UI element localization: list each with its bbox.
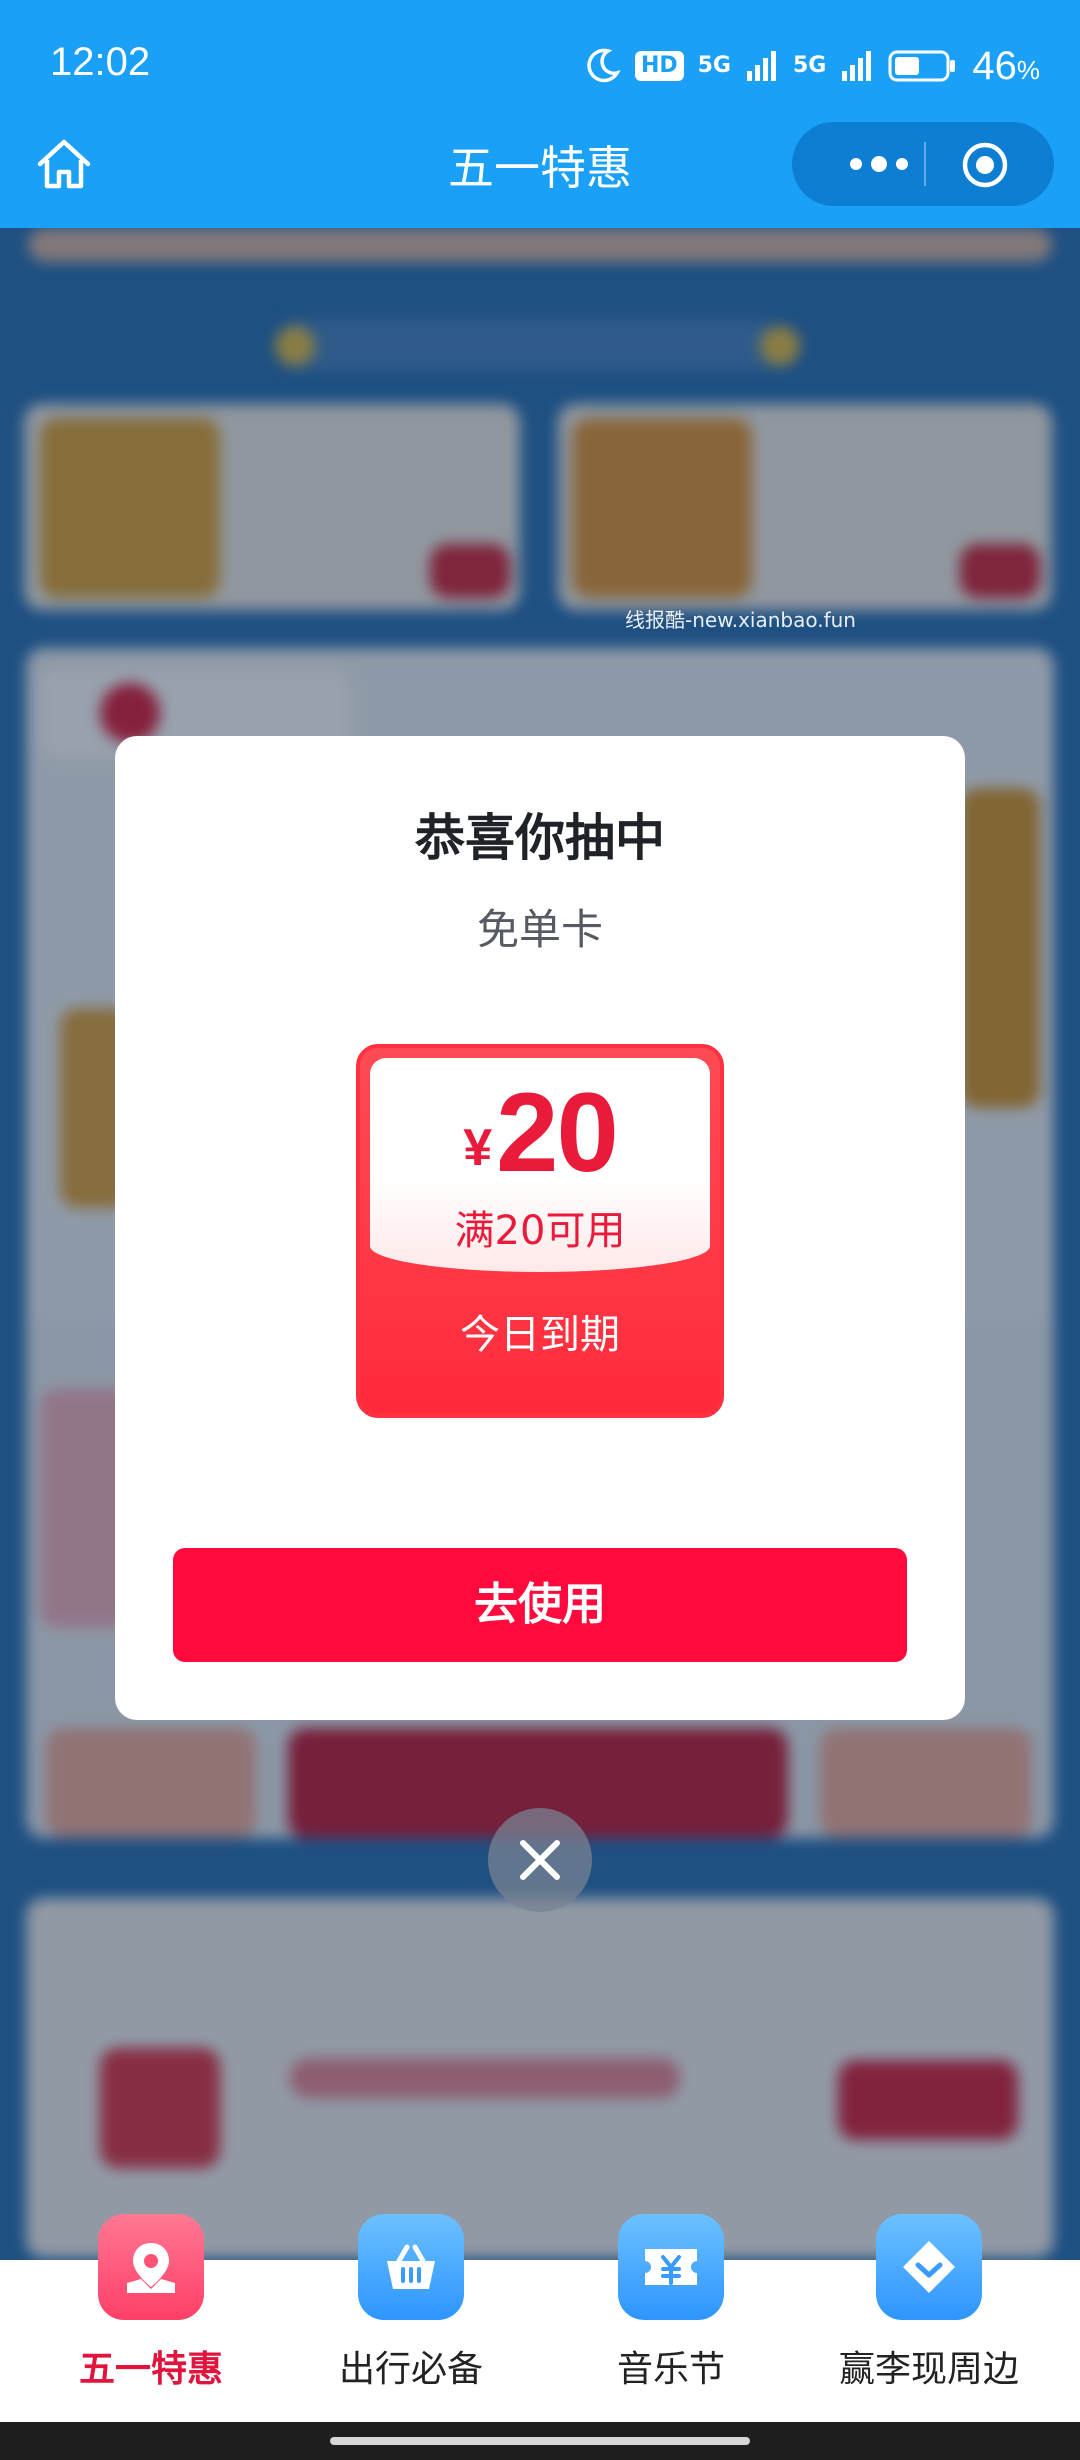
close-icon — [520, 1840, 560, 1880]
ticket-icon — [645, 2249, 697, 2285]
status-icons: HD 5G 5G 46% — [583, 40, 1040, 92]
dialog-title: 恭喜你抽中 — [415, 809, 665, 867]
dialog-close-button[interactable] — [488, 1808, 592, 1912]
coupon-amount: ¥20 — [360, 1068, 720, 1197]
tab-label: 赢李现周边 — [838, 2349, 1019, 2390]
gesture-handle[interactable] — [330, 2437, 750, 2445]
moon-icon — [587, 48, 621, 83]
tab-icon-bg — [98, 2214, 204, 2320]
tab-label: 五一特惠 — [78, 2349, 223, 2390]
status-time: 12:02 — [50, 40, 151, 84]
battery-percent-sign: % — [1016, 54, 1040, 85]
mini-program-close-icon[interactable] — [960, 140, 1010, 190]
watermark-text: 线报酷-new.xianbao.fun — [625, 608, 856, 632]
tab-出行必备[interactable]: 出行必备 — [276, 2214, 546, 2422]
shopping-basket-icon — [387, 2244, 435, 2289]
signal-icon-2 — [842, 51, 872, 81]
tab-五一特惠[interactable]: 五一特惠 — [16, 2214, 286, 2422]
network-label-1: 5G — [697, 53, 731, 78]
coupon-expiry: 今日到期 — [460, 1312, 620, 1358]
app-header: 12:02 HD 5G 5G 46% 五一特惠 — [0, 0, 1080, 228]
tab-icon-bg — [618, 2214, 724, 2320]
diamond-icon — [903, 2241, 955, 2293]
hd-badge: HD — [634, 51, 684, 81]
coupon-condition: 满20可用 — [454, 1208, 626, 1254]
tab-赢李现周边[interactable]: 赢李现周边 — [794, 2214, 1064, 2422]
tab-label: 音乐节 — [616, 2349, 725, 2390]
tab-icon-bg — [358, 2214, 464, 2320]
signal-icon — [747, 51, 776, 81]
tab-icon-bg — [876, 2214, 982, 2320]
coupon-currency: ¥ — [463, 1119, 493, 1177]
tab-label: 出行必备 — [338, 2349, 483, 2390]
prize-dialog: 恭喜你抽中 免单卡 ¥20 满20可用 今日到期 去使用 — [115, 736, 965, 1720]
use-coupon-button[interactable]: 去使用 — [173, 1548, 907, 1662]
capsule-divider — [924, 142, 926, 186]
mini-program-capsule — [792, 122, 1054, 206]
coupon-card: ¥20 满20可用 今日到期 — [356, 1044, 724, 1418]
tab-音乐节[interactable]: 音乐节 — [536, 2214, 806, 2422]
coupon-value: 20 — [496, 1070, 619, 1195]
dialog-subtitle: 免单卡 — [476, 905, 603, 954]
map-pin-icon — [127, 2243, 175, 2293]
battery-percent-value: 46 — [972, 43, 1017, 88]
more-dots-icon[interactable] — [834, 144, 924, 184]
battery-percent: 46% — [972, 44, 1040, 89]
network-label-2: 5G — [793, 53, 827, 78]
bottom-tab-bar: 五一特惠 出行必备 音乐节 赢李现周边 — [0, 2214, 1080, 2422]
battery-icon — [888, 50, 956, 82]
